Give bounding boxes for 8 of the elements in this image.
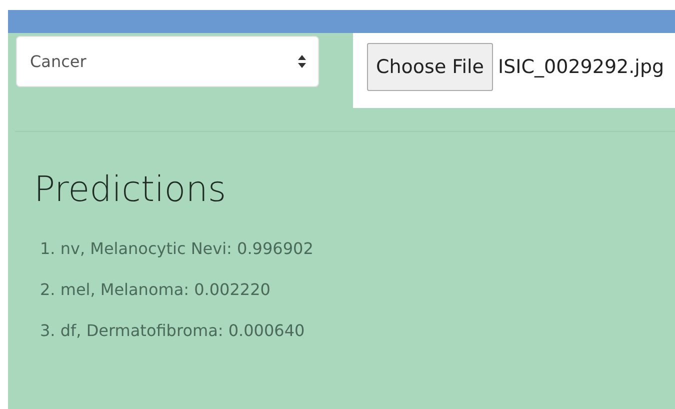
file-name: ISIC_0029292.jpg (498, 56, 664, 78)
prediction-item: 3. df, Dermatofibroma: 0.000640 (40, 320, 306, 342)
sort-arrows-icon (298, 55, 306, 68)
category-select[interactable]: Cancer (16, 36, 319, 87)
predictions-heading: Predictions (34, 170, 228, 210)
choose-file-button[interactable]: Choose File (367, 42, 493, 90)
prediction-item: 2. mel, Melanoma: 0.002220 (40, 279, 272, 301)
prediction-item: 1. nv, Melanocytic Nevi: 0.996902 (40, 238, 314, 260)
